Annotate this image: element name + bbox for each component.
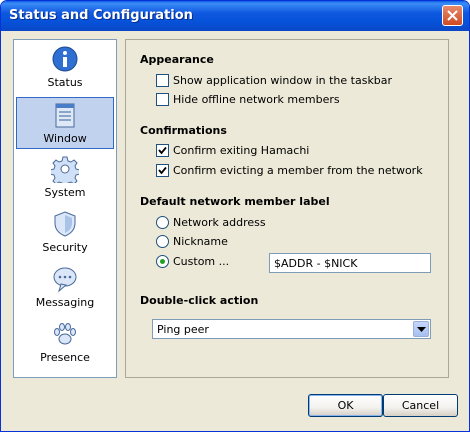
checkbox-box[interactable] — [156, 164, 169, 177]
double-click-heading: Double-click action — [140, 294, 259, 307]
custom-label-input[interactable]: $ADDR - $NICK — [269, 253, 431, 273]
ok-button[interactable]: OK — [308, 394, 383, 417]
double-click-action-select[interactable]: Ping peer — [152, 319, 431, 339]
checkbox-box[interactable] — [156, 93, 169, 106]
radio-label: Network address — [173, 216, 266, 229]
radio-label: Nickname — [173, 235, 228, 248]
category-sidebar: Status Window System Security Messaging … — [13, 39, 117, 378]
sidebar-item-status[interactable]: Status — [16, 42, 114, 94]
sidebar-item-presence[interactable]: Presence — [16, 317, 114, 369]
confirmations-heading: Confirmations — [140, 124, 227, 137]
config-window: Status and Configuration Status Window S… — [0, 0, 470, 432]
radio-button[interactable] — [156, 216, 169, 229]
dropdown-button[interactable] — [413, 321, 429, 337]
member-label-heading: Default network member label — [140, 195, 330, 208]
sidebar-item-label: Window — [43, 132, 87, 145]
window-icon — [52, 101, 80, 129]
sidebar-item-system[interactable]: System — [16, 152, 114, 204]
sidebar-item-label: System — [44, 186, 86, 199]
sidebar-item-label: Messaging — [35, 296, 95, 309]
shield-icon — [51, 210, 79, 238]
info-icon — [51, 45, 79, 73]
window-title: Status and Configuration — [9, 8, 193, 23]
title-bar[interactable]: Status and Configuration — [1, 1, 469, 31]
sidebar-item-window[interactable]: Window — [16, 97, 114, 149]
sidebar-item-messaging[interactable]: Messaging — [16, 262, 114, 314]
radio-button[interactable] — [156, 235, 169, 248]
cancel-button[interactable]: Cancel — [383, 394, 458, 417]
checkbox-box[interactable] — [156, 144, 169, 157]
confirm-evict-label: Confirm evicting a member from the netwo… — [173, 164, 423, 177]
gear-icon — [49, 155, 81, 188]
radio-button[interactable] — [156, 255, 169, 268]
chat-bubble-icon — [51, 265, 79, 293]
sidebar-item-label: Security — [42, 241, 88, 254]
paw-icon — [51, 320, 79, 348]
radio-label: Custom ... — [173, 255, 230, 268]
close-button[interactable] — [442, 5, 463, 26]
sidebar-item-security[interactable]: Security — [16, 207, 114, 259]
sidebar-item-label: Presence — [40, 351, 90, 364]
hide-offline-label: Hide offline network members — [173, 93, 340, 106]
radio-selected-dot — [160, 259, 165, 264]
confirm-exit-label: Confirm exiting Hamachi — [173, 144, 310, 157]
sidebar-item-label: Status — [47, 76, 83, 89]
show-taskbar-label: Show application window in the taskbar — [173, 74, 393, 87]
checkbox-box[interactable] — [156, 74, 169, 87]
appearance-heading: Appearance — [140, 53, 214, 66]
select-value: Ping peer — [157, 323, 209, 336]
